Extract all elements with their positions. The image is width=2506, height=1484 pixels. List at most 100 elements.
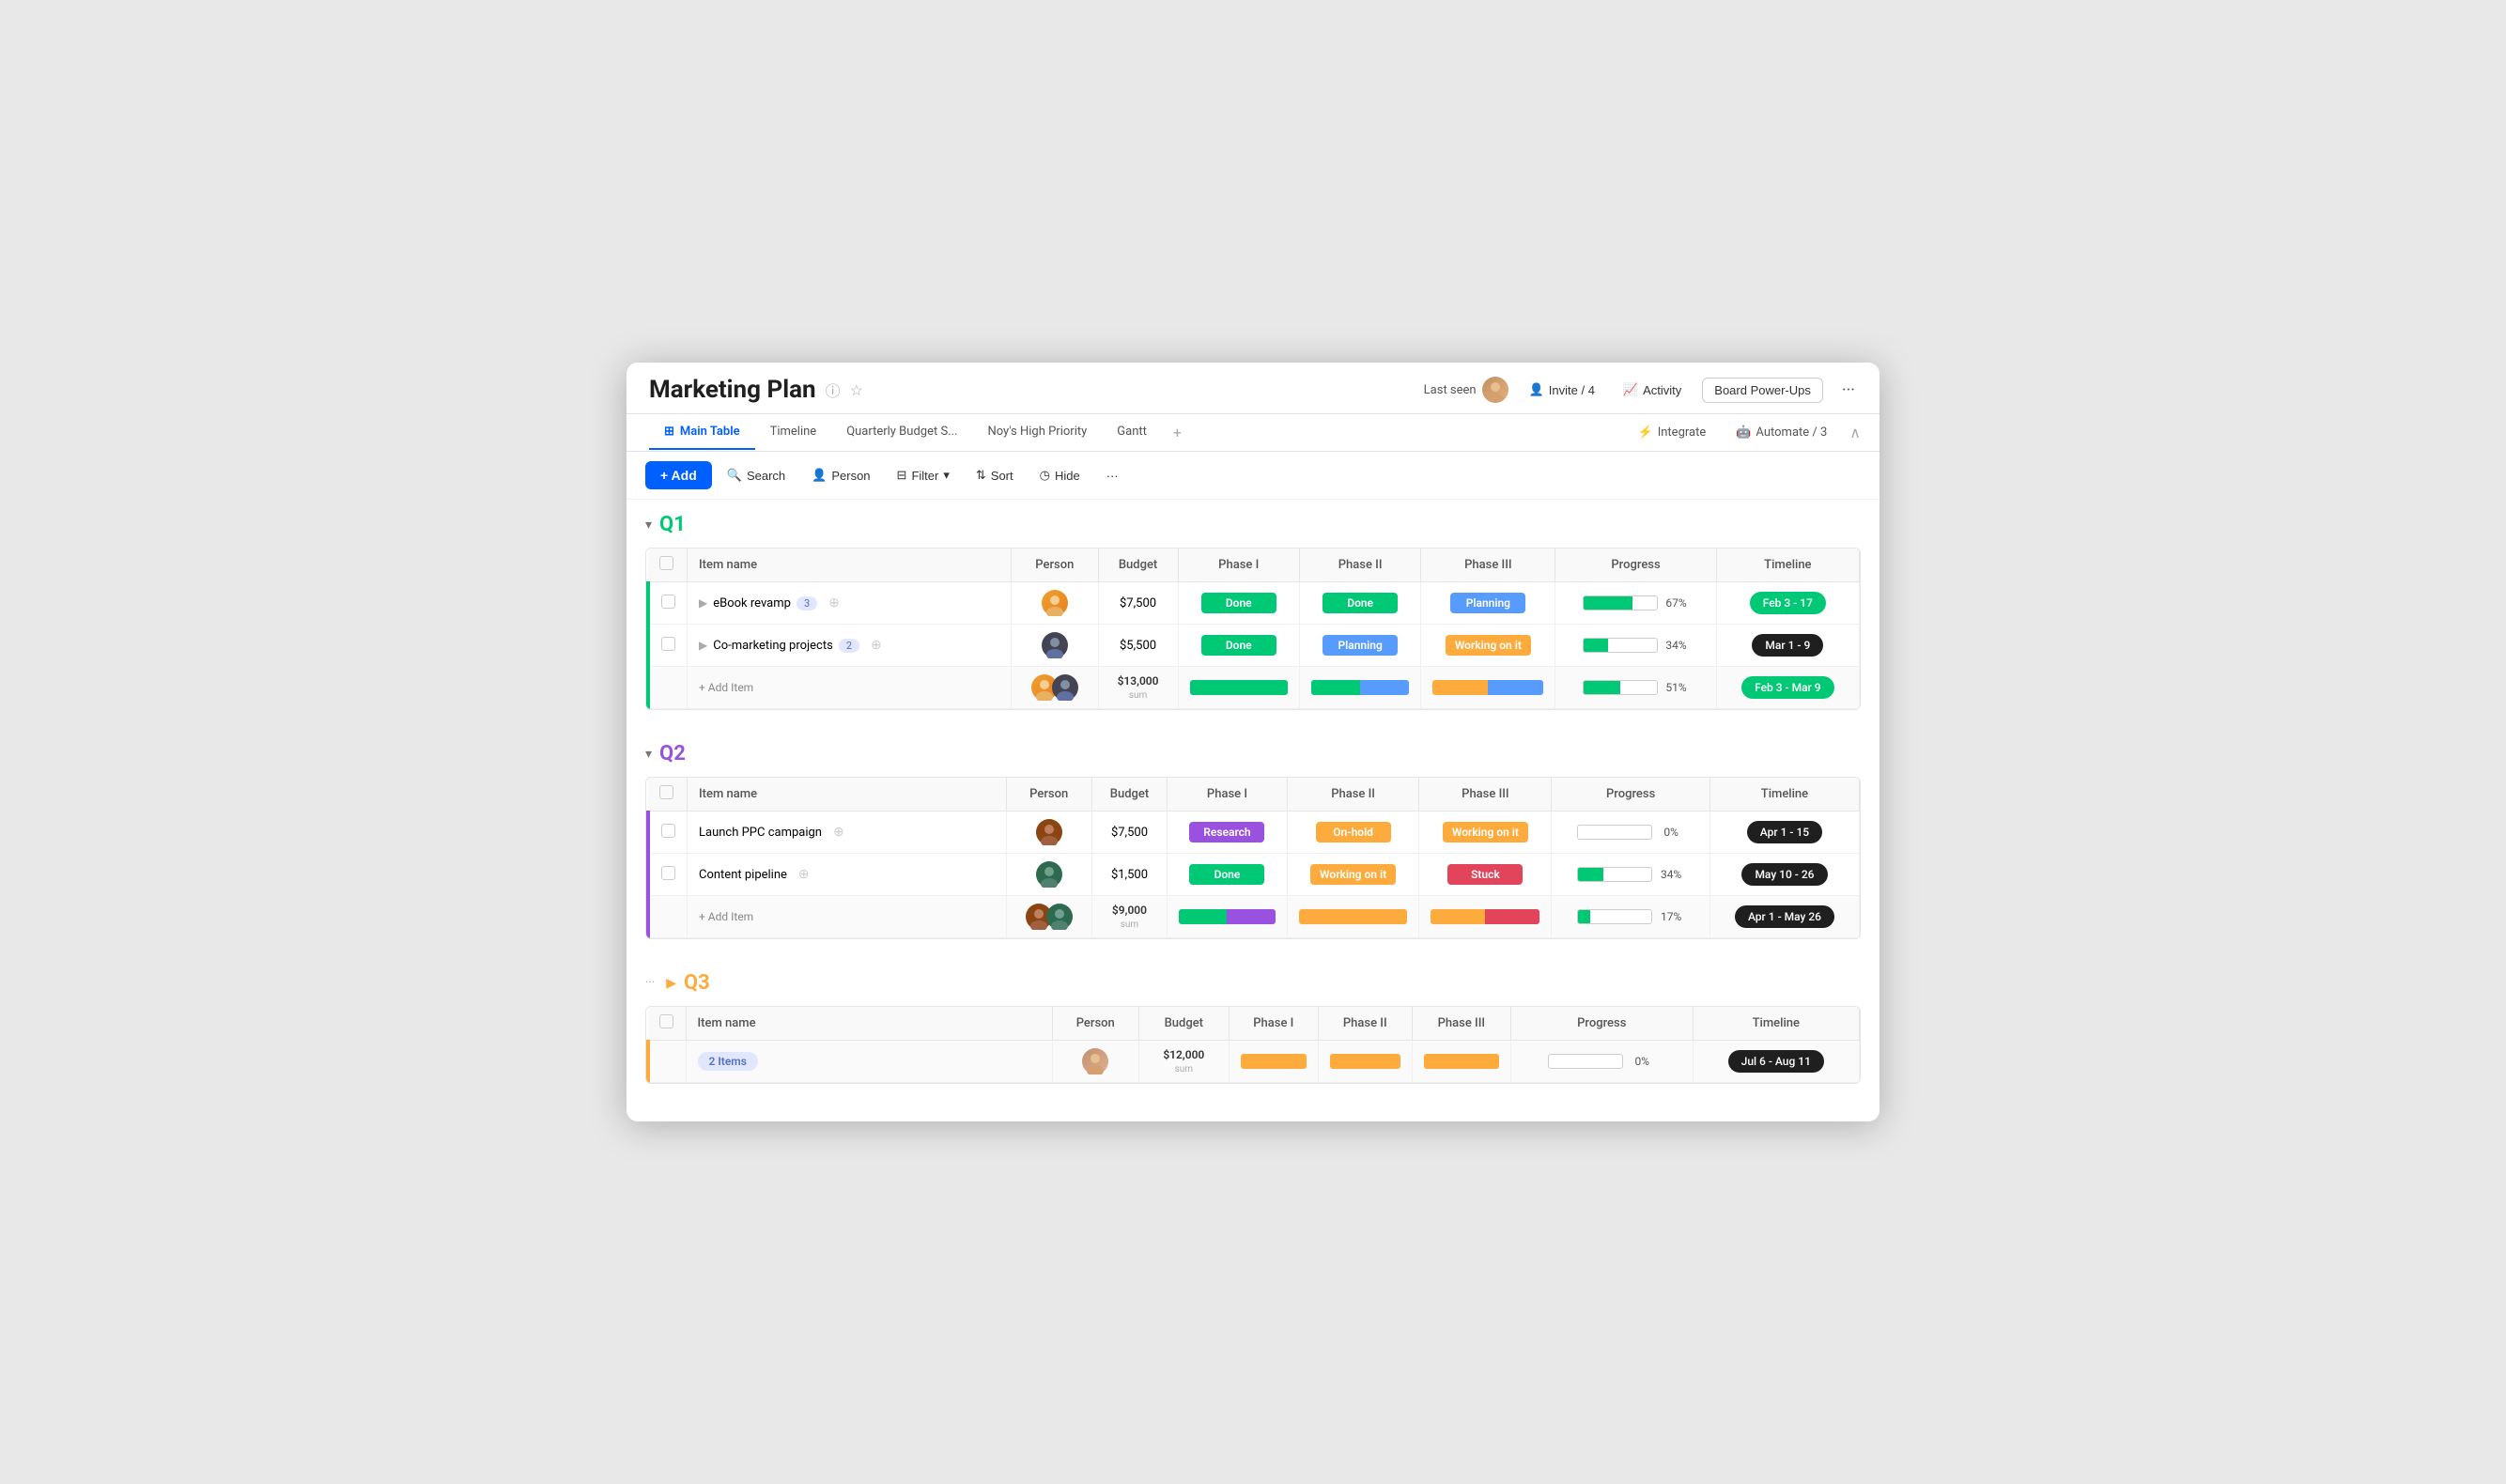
group-q1-title[interactable]: Q1 xyxy=(659,513,686,536)
q3-phase3-header: Phase III xyxy=(1412,1007,1510,1041)
person-button[interactable]: 👤 Person xyxy=(800,461,881,489)
add-sub-item-icon[interactable]: ⊕ xyxy=(871,638,882,653)
avatar xyxy=(1036,861,1062,888)
search-button[interactable]: 🔍 Search xyxy=(716,461,797,489)
q1-row1-phase1[interactable]: Done xyxy=(1178,582,1299,625)
progress-bar xyxy=(1583,638,1658,653)
tab-gantt[interactable]: Gantt xyxy=(1102,415,1162,450)
phase3-badge: Stuck xyxy=(1447,864,1523,885)
q1-row2-budget: $5,500 xyxy=(1098,625,1178,667)
row-checkbox[interactable] xyxy=(661,824,675,838)
header-right: Last seen 👤 Invite / 4 📈 Activity Board … xyxy=(1424,377,1861,404)
more-tools-button[interactable]: ··· xyxy=(1095,462,1130,489)
q1-row2-name[interactable]: ▶ Co-marketing projects 2 ⊕ xyxy=(688,625,1012,667)
collapse-button[interactable]: ∧ xyxy=(1849,424,1861,441)
timeline-badge: Apr 1 - 15 xyxy=(1747,821,1822,843)
add-sub-item-icon[interactable]: ⊕ xyxy=(798,867,810,882)
add-sub-item-icon[interactable]: ⊕ xyxy=(833,825,844,840)
q2-row2-phase1[interactable]: Done xyxy=(1168,854,1287,896)
board-powerups-button[interactable]: Board Power-Ups xyxy=(1702,378,1823,403)
q2-phase1-header: Phase I xyxy=(1168,778,1287,812)
q1-row1-phase2[interactable]: Done xyxy=(1299,582,1420,625)
tabs-left: ⊞ Main Table Timeline Quarterly Budget S… xyxy=(649,414,1193,451)
q1-row2-phase3[interactable]: Working on it xyxy=(1421,625,1555,667)
avatar xyxy=(1042,632,1068,658)
q2-row1-name[interactable]: Launch PPC campaign ⊕ xyxy=(688,812,1007,854)
phase1-badge: Done xyxy=(1189,864,1264,885)
tab-noys-high-priority[interactable]: Noy's High Priority xyxy=(972,415,1102,450)
group-q3-title[interactable]: Q3 xyxy=(684,971,710,995)
select-all-q1[interactable] xyxy=(659,556,673,570)
automate-button[interactable]: 🤖 Automate / 3 xyxy=(1728,422,1834,443)
add-item-button[interactable]: + Add Item xyxy=(688,667,1012,709)
tab-main-table[interactable]: ⊞ Main Table xyxy=(649,415,755,450)
hide-button[interactable]: ◷ Hide xyxy=(1029,461,1091,489)
row-checkbox[interactable] xyxy=(661,595,675,609)
phase3-badge: Working on it xyxy=(1446,635,1531,656)
q2-row1-phase2[interactable]: On-hold xyxy=(1287,812,1419,854)
integrate-icon: ⚡ xyxy=(1638,425,1653,440)
add-sub-item-icon[interactable]: ⊕ xyxy=(828,595,840,611)
tab-timeline[interactable]: Timeline xyxy=(755,415,832,450)
q2-row1-phase1[interactable]: Research xyxy=(1168,812,1287,854)
q2-row2-phase2[interactable]: Working on it xyxy=(1287,854,1419,896)
filter-button[interactable]: ⊟ Filter ▾ xyxy=(886,461,961,489)
row-checkbox[interactable] xyxy=(661,866,675,880)
q3-collapsed-row: 2 Items $12,000 xyxy=(648,1041,1860,1083)
add-button[interactable]: + Add xyxy=(645,461,712,489)
progress-fill xyxy=(1578,910,1590,923)
row-checkbox[interactable] xyxy=(661,637,675,651)
expand-icon[interactable]: ▶ xyxy=(699,596,707,610)
phase3-badge: Planning xyxy=(1450,593,1525,613)
q1-row2-phase1[interactable]: Done xyxy=(1178,625,1299,667)
q1-header-row: Item name Person Budget Phase I Phase II… xyxy=(648,549,1860,582)
tab-quarterly-budget[interactable]: Quarterly Budget S... xyxy=(831,415,972,450)
invite-button[interactable]: 👤 Invite / 4 xyxy=(1522,379,1602,401)
info-icon[interactable]: ⓘ xyxy=(826,379,841,401)
group-q3-collapse[interactable]: ▶ xyxy=(666,976,676,991)
q3-header-row: Item name Person Budget Phase I Phase II… xyxy=(648,1007,1860,1041)
group-q1-collapse[interactable]: ▾ xyxy=(645,518,652,533)
timeline-badge: Mar 1 - 9 xyxy=(1752,634,1823,657)
progress-pct: 34% xyxy=(1663,639,1690,652)
add-tab-button[interactable]: + xyxy=(1162,414,1193,451)
expand-icon[interactable]: ▶ xyxy=(699,639,707,652)
q1-row1-phase3[interactable]: Planning xyxy=(1421,582,1555,625)
q2-progress-header: Progress xyxy=(1552,778,1710,812)
integrate-button[interactable]: ⚡ Integrate xyxy=(1631,422,1714,443)
q3-item-name-header: Item name xyxy=(686,1007,1052,1041)
select-all-q3[interactable] xyxy=(659,1014,673,1028)
group-q2-collapse[interactable]: ▾ xyxy=(645,747,652,762)
collapsed-badge[interactable]: 2 Items xyxy=(698,1052,758,1071)
timeline-badge: Jul 6 - Aug 11 xyxy=(1728,1050,1824,1073)
select-all-q2[interactable] xyxy=(659,785,673,799)
q2-row2-name[interactable]: Content pipeline ⊕ xyxy=(688,854,1007,896)
star-icon[interactable]: ☆ xyxy=(850,381,863,399)
q1-budget-header: Budget xyxy=(1098,549,1178,582)
q2-row2-phase3[interactable]: Stuck xyxy=(1419,854,1552,896)
automate-icon: 🤖 xyxy=(1736,425,1751,440)
q2-row1-phase3[interactable]: Working on it xyxy=(1419,812,1552,854)
q3-collapsed-items[interactable]: 2 Items xyxy=(686,1041,1052,1083)
q1-summary-row: + Add Item xyxy=(648,667,1860,709)
timeline-badge: May 10 - 26 xyxy=(1741,863,1827,886)
q2-row1-budget: $7,500 xyxy=(1091,812,1168,854)
q3-sum-phase2 xyxy=(1318,1041,1412,1083)
q1-sum-phase3 xyxy=(1421,667,1555,709)
sort-button[interactable]: ⇅ Sort xyxy=(965,461,1025,489)
group-q2-title[interactable]: Q2 xyxy=(659,742,686,765)
table-row: Content pipeline ⊕ xyxy=(648,854,1860,896)
activity-button[interactable]: 📈 Activity xyxy=(1616,379,1689,401)
q1-sum-timeline: Feb 3 - Mar 9 xyxy=(1716,667,1859,709)
q1-row2-person xyxy=(1012,625,1098,667)
item-name-text: Launch PPC campaign xyxy=(699,826,822,840)
dots-icon: ··· xyxy=(645,976,655,990)
more-options-button[interactable]: ··· xyxy=(1836,377,1861,404)
add-item-button[interactable]: + Add Item xyxy=(688,896,1007,938)
q3-phase1-header: Phase I xyxy=(1229,1007,1318,1041)
q1-row2-phase2[interactable]: Planning xyxy=(1299,625,1420,667)
group-q3-header: ··· ▶ Q3 xyxy=(645,967,1861,998)
q1-row1-name[interactable]: ▶ eBook revamp 3 ⊕ xyxy=(688,582,1012,625)
q2-table: Item name Person Budget Phase I Phase II… xyxy=(646,778,1860,938)
q2-phase2-header: Phase II xyxy=(1287,778,1419,812)
